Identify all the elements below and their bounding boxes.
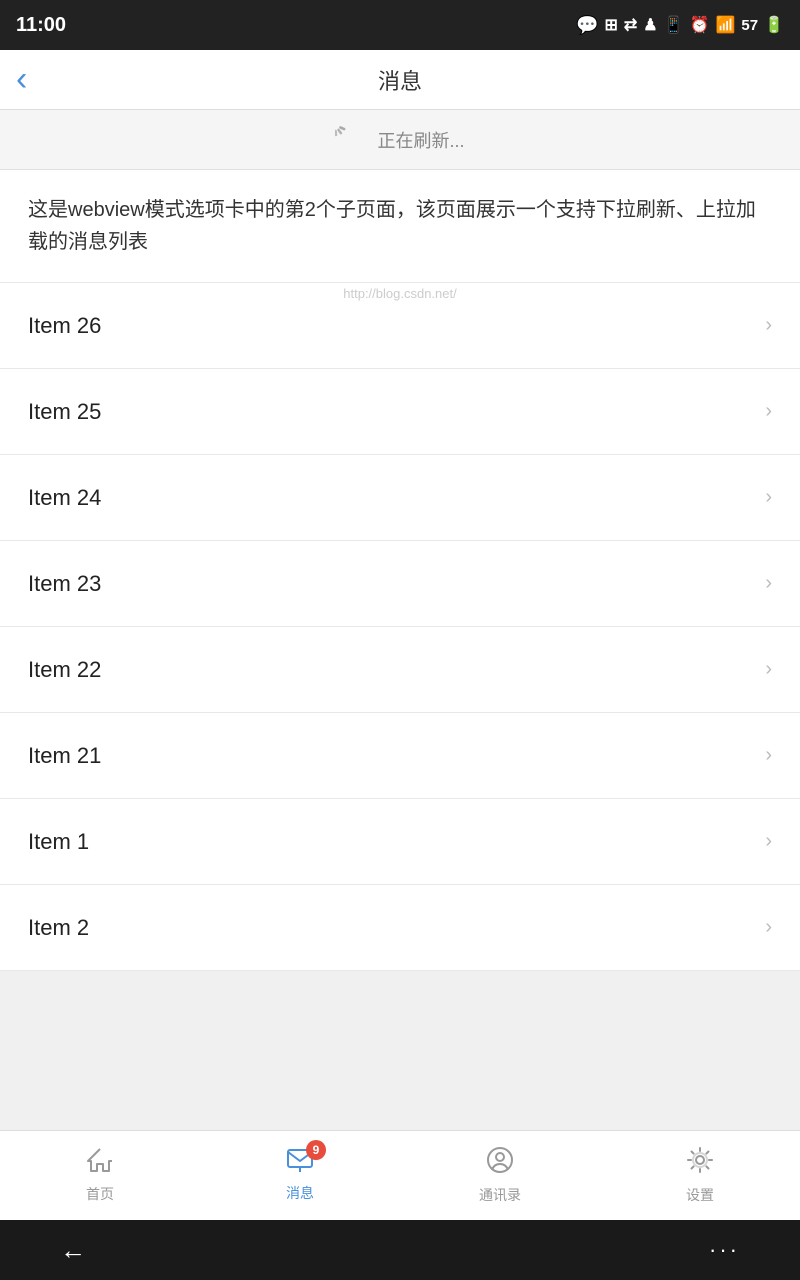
chevron-right-icon: › — [765, 400, 772, 423]
page-title: 消息 — [378, 64, 422, 96]
grid-icon: ⊞ — [604, 15, 617, 35]
list-item-label: Item 23 — [28, 571, 101, 597]
list-item-label: Item 1 — [28, 829, 89, 855]
battery-label: 57 — [741, 17, 758, 34]
header: ‹ 消息 — [0, 50, 800, 110]
list-item-label: Item 2 — [28, 915, 89, 941]
description-text: 这是webview模式选项卡中的第2个子页面，该页面展示一个支持下拉刷新、上拉加… — [0, 170, 800, 283]
back-button[interactable]: ‹ — [16, 60, 27, 99]
tab-settings-label: 设置 — [686, 1185, 714, 1205]
tab-contacts-label: 通讯录 — [479, 1185, 521, 1205]
chevron-right-icon: › — [765, 830, 772, 853]
list-item[interactable]: Item 22 › — [0, 627, 800, 713]
tab-contacts[interactable]: 通讯录 — [400, 1131, 600, 1220]
chevron-right-icon: › — [765, 744, 772, 767]
list-item-label: Item 25 — [28, 399, 101, 425]
list-item-label: Item 24 — [28, 485, 101, 511]
system-menu-button[interactable]: ··· — [709, 1237, 740, 1263]
status-time: 11:00 — [16, 14, 66, 37]
list-item-label: Item 22 — [28, 657, 101, 683]
chevron-right-icon: › — [765, 486, 772, 509]
list-container: http://blog.csdn.net/ Item 26 › Item 25 … — [0, 283, 800, 971]
tab-settings[interactable]: 设置 — [600, 1131, 800, 1220]
loading-spinner — [335, 125, 365, 155]
refresh-text: 正在刷新... — [377, 127, 464, 153]
system-nav-bar: ← ··· — [0, 1220, 800, 1280]
list-item[interactable]: Item 26 › — [0, 283, 800, 369]
tab-message[interactable]: 9 消息 — [200, 1131, 400, 1220]
status-icons: 💬 ⊞ ⇄ ♟ 📱 ⏰ 📶 57 🔋 — [576, 15, 784, 36]
chat-icon: 💬 — [576, 15, 598, 36]
contacts-icon — [486, 1146, 514, 1181]
alarm-icon: ⏰ — [690, 15, 710, 35]
message-badge: 9 — [306, 1140, 326, 1160]
status-bar: 11:00 💬 ⊞ ⇄ ♟ 📱 ⏰ 📶 57 🔋 — [0, 0, 800, 50]
chevron-right-icon: › — [765, 658, 772, 681]
list-item[interactable]: Item 25 › — [0, 369, 800, 455]
list-item[interactable]: Item 2 › — [0, 885, 800, 971]
list-item[interactable]: Item 24 › — [0, 455, 800, 541]
message-badge-wrapper: 9 — [286, 1148, 314, 1179]
battery-icon: 🔋 — [764, 15, 784, 35]
usb-icon: ⇄ — [624, 15, 637, 35]
system-back-button[interactable]: ← — [60, 1235, 86, 1266]
chevron-right-icon: › — [765, 916, 772, 939]
list-item[interactable]: Item 23 › — [0, 541, 800, 627]
phone-icon: 📱 — [664, 15, 684, 35]
main-content: 这是webview模式选项卡中的第2个子页面，该页面展示一个支持下拉刷新、上拉加… — [0, 170, 800, 971]
list-item-label: Item 21 — [28, 743, 101, 769]
tab-home[interactable]: 首页 — [0, 1131, 200, 1220]
list-item[interactable]: Item 1 › — [0, 799, 800, 885]
tab-message-label: 消息 — [286, 1183, 314, 1203]
settings-icon — [686, 1146, 714, 1181]
refresh-banner: 正在刷新... — [0, 110, 800, 170]
chevron-right-icon: › — [765, 314, 772, 337]
signal-icon: 📶 — [715, 15, 735, 35]
home-icon — [86, 1147, 114, 1180]
tab-bar: 首页 9 消息 通讯录 — [0, 1130, 800, 1220]
list-item-label: Item 26 — [28, 313, 101, 339]
list-item[interactable]: Item 21 › — [0, 713, 800, 799]
chevron-right-icon: › — [765, 572, 772, 595]
person-icon: ♟ — [643, 15, 657, 35]
tab-home-label: 首页 — [86, 1184, 114, 1204]
